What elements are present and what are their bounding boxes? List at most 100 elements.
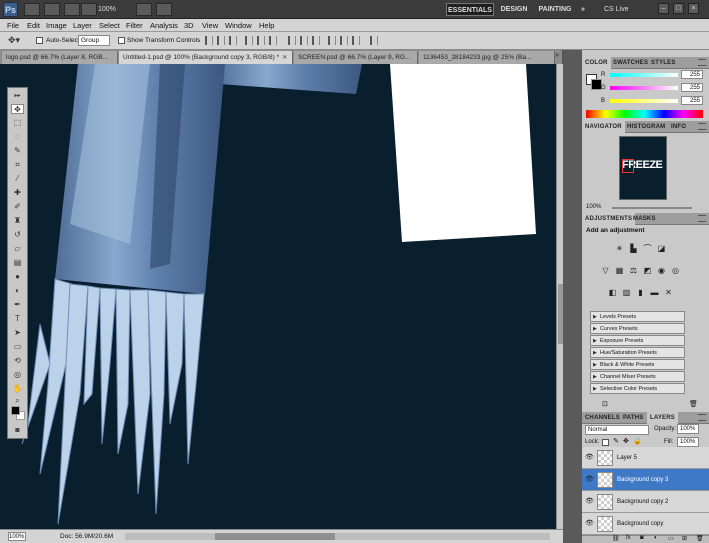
vibrance-icon[interactable]: ▽	[601, 266, 610, 275]
doc-tab-logo[interactable]: logo.psd @ 66.7% (Layer 8, RGB...	[2, 51, 118, 64]
move-tool-preset-icon[interactable]: ✥▾	[8, 35, 20, 46]
tab-adjustments[interactable]: ADJUSTMENTS	[582, 213, 636, 225]
visibility-eye-icon[interactable]: 👁	[585, 476, 594, 484]
align-top-icon[interactable]	[205, 36, 213, 45]
panel-menu-icon[interactable]	[698, 414, 706, 421]
levels-icon[interactable]: ▙	[629, 244, 638, 253]
preset-curves[interactable]: Curves Presets	[590, 323, 685, 334]
adjustment-return-icon[interactable]: ⊡	[602, 400, 608, 408]
show-transform-checkbox[interactable]	[118, 37, 125, 44]
panel-menu-icon[interactable]	[698, 59, 706, 66]
slider-red[interactable]: R 255	[601, 70, 703, 80]
hand-tool-icon[interactable]	[81, 3, 97, 16]
lock-transparency-icon[interactable]	[602, 439, 609, 446]
zoom-level-dropdown[interactable]: 100%	[98, 3, 132, 16]
doc-tab-screen[interactable]: SCREEN.psd @ 66.7% (Layer 9, RG...	[294, 51, 418, 64]
gradient-map-icon[interactable]: ▬	[650, 288, 659, 297]
slider-blue[interactable]: B 255	[601, 96, 703, 106]
black-white-icon[interactable]: ◩	[643, 266, 652, 275]
preset-selective-color[interactable]: Selective Color Presets	[590, 383, 685, 394]
slider-blue-track[interactable]	[610, 99, 678, 103]
status-zoom-field[interactable]: 100%	[8, 532, 26, 541]
blur-tool-icon[interactable]: ●	[11, 272, 24, 282]
dodge-tool-icon[interactable]: ◐	[11, 286, 24, 296]
vertical-scrollbar[interactable]	[556, 64, 563, 529]
align-vcenter-icon[interactable]	[217, 36, 225, 45]
lock-all-icon[interactable]: 🔒	[633, 437, 642, 445]
add-mask-icon[interactable]: ◙	[640, 535, 644, 541]
link-layers-icon[interactable]: ⛓	[612, 535, 620, 542]
align-left-icon[interactable]	[245, 36, 253, 45]
view-extras-icon[interactable]	[64, 3, 80, 16]
tab-layers[interactable]: LAYERS	[647, 412, 678, 424]
visibility-eye-icon[interactable]: 👁	[585, 498, 594, 506]
lock-position-icon[interactable]: ✥	[623, 437, 629, 445]
tab-histogram[interactable]: HISTOGRAM	[624, 121, 668, 133]
opacity-field[interactable]: 100%	[677, 424, 699, 434]
new-layer-icon[interactable]: ⊞	[682, 535, 687, 542]
menu-select[interactable]: Select	[99, 19, 120, 32]
preset-hue-saturation[interactable]: Hue/Saturation Presets	[590, 347, 685, 358]
delete-layer-icon[interactable]: 🗑	[696, 535, 704, 542]
close-tab-icon[interactable]: ✕	[282, 55, 287, 61]
gradient-tool-icon[interactable]: ▤	[11, 258, 24, 268]
slider-green[interactable]: G 255	[601, 83, 703, 93]
auto-select-dropdown[interactable]: Group	[78, 35, 110, 46]
exposure-icon[interactable]: ◪	[657, 244, 666, 253]
navigator-zoom-value[interactable]: 100%	[586, 204, 601, 210]
arrange-documents-icon[interactable]	[136, 3, 152, 16]
new-adjustment-icon[interactable]: ◐	[654, 535, 658, 541]
hue-saturation-icon[interactable]: ▦	[615, 266, 624, 275]
blend-mode-dropdown[interactable]: Normal	[585, 425, 649, 435]
panel-collapse-icon[interactable]: ▸▸	[11, 91, 24, 101]
curves-icon[interactable]: ⌒	[643, 244, 652, 253]
photo-filter-icon[interactable]: ◉	[657, 266, 666, 275]
auto-select-checkbox[interactable]	[36, 37, 43, 44]
type-tool-icon[interactable]: T	[11, 314, 24, 324]
zoom-tool-icon[interactable]: ⌕	[11, 396, 24, 406]
slider-green-value[interactable]: 255	[681, 83, 703, 92]
slider-red-track[interactable]	[610, 73, 678, 77]
tab-navigator[interactable]: NAVIGATOR	[582, 121, 625, 133]
tab-paths[interactable]: PATHS	[620, 412, 646, 424]
menu-3d[interactable]: 3D	[184, 19, 194, 32]
horizontal-scroll-thumb[interactable]	[215, 533, 335, 540]
eraser-tool-icon[interactable]: ▱	[11, 244, 24, 254]
crop-tool-icon[interactable]: ⌗	[11, 160, 24, 170]
distribute-hcenter-icon[interactable]	[340, 36, 348, 45]
minimize-icon[interactable]: –	[658, 3, 669, 14]
brush-tool-icon[interactable]: ✐	[11, 202, 24, 212]
layer-row-background-copy[interactable]: 👁 Background copy	[582, 513, 709, 535]
tab-info[interactable]: INFO	[668, 121, 689, 133]
tab-masks[interactable]: MASKS	[630, 213, 659, 225]
invert-icon[interactable]: ◧	[608, 288, 617, 297]
mini-bridge-icon[interactable]	[44, 3, 60, 16]
document-canvas[interactable]	[0, 64, 556, 529]
selective-color-icon[interactable]: ✕	[664, 288, 673, 297]
menu-help[interactable]: Help	[259, 19, 274, 32]
tab-swatches[interactable]: SWATCHES	[610, 57, 651, 69]
workspace-more[interactable]: »	[578, 3, 588, 16]
hand-tool-icon[interactable]: ✋	[11, 384, 24, 394]
align-right-icon[interactable]	[269, 36, 277, 45]
more-tabs-icon[interactable]: »	[555, 52, 559, 59]
menu-window[interactable]: Window	[225, 19, 252, 32]
horizontal-scrollbar[interactable]	[125, 533, 550, 540]
channel-mixer-icon[interactable]: ◎	[671, 266, 680, 275]
doc-size-info[interactable]: Doc: 56.9M/20.6M	[60, 532, 113, 541]
workspace-design[interactable]: DESIGN	[498, 3, 530, 16]
tab-styles[interactable]: STYLES	[648, 57, 679, 69]
visibility-eye-icon[interactable]: 👁	[585, 454, 594, 462]
close-icon[interactable]: ×	[688, 3, 699, 14]
layer-row-background-copy-3[interactable]: 👁 Background copy 3	[582, 469, 709, 491]
preset-exposure[interactable]: Exposure Presets	[590, 335, 685, 346]
preset-levels[interactable]: Levels Presets	[590, 311, 685, 322]
color-spectrum-bar[interactable]	[586, 110, 703, 118]
slider-blue-value[interactable]: 255	[681, 96, 703, 105]
preset-black-white[interactable]: Black & White Presets	[590, 359, 685, 370]
brightness-contrast-icon[interactable]: ☀	[615, 244, 624, 253]
workspace-painting[interactable]: PAINTING	[535, 3, 575, 16]
3d-orbit-tool-icon[interactable]: ◎	[11, 370, 24, 380]
color-balance-icon[interactable]: ⚖	[629, 266, 638, 275]
layer-row-background-copy-2[interactable]: 👁 Background copy 2	[582, 491, 709, 513]
